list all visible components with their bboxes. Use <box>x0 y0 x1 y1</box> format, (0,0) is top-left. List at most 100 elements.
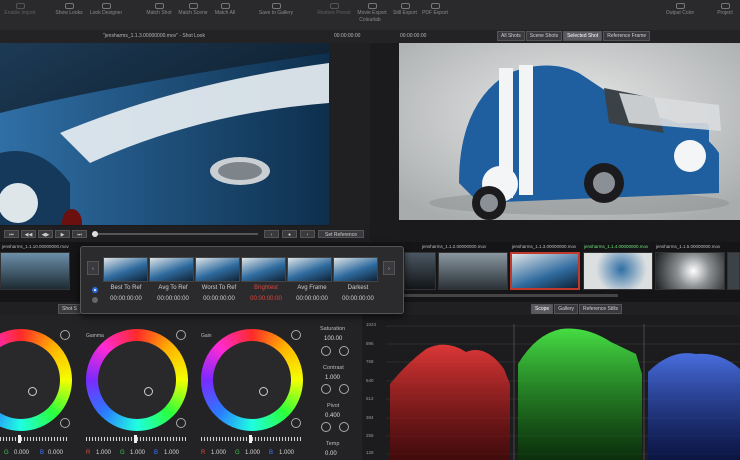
popup-prev-button[interactable]: ‹ <box>87 261 99 275</box>
gain-wheel-handle[interactable] <box>259 387 268 396</box>
tab-reference-frame[interactable]: Reference Frame <box>603 31 651 41</box>
pin-icon[interactable]: ● <box>282 230 297 238</box>
option-best-to-ref[interactable]: Best To Ref <box>101 285 151 291</box>
lift-slider-knob[interactable] <box>18 435 21 443</box>
tab-shot-settings[interactable]: Shot S <box>58 304 82 314</box>
left-viewer-title: "jensharms_1.1.3.00000000.mov" - Shot Lo… <box>103 33 205 39</box>
gamma-reset-icon[interactable] <box>176 330 186 340</box>
save-to-gallery-button[interactable]: Save to Gallery <box>254 0 298 16</box>
look-designer-button[interactable]: Look Designer <box>86 0 126 16</box>
option-worst-to-ref[interactable]: Worst To Ref <box>194 285 244 291</box>
shot-viewer[interactable] <box>0 43 329 225</box>
first-frame-button[interactable]: ⏮ <box>4 230 19 238</box>
tab-selected-shot[interactable]: Selected Shot <box>563 31 603 41</box>
clip-label: jensharms_1.1.3.00000000.mov <box>512 244 577 249</box>
pivot-value[interactable]: 0.400 <box>325 413 340 419</box>
gamma-slider-knob[interactable] <box>134 435 137 443</box>
clip-thumbnail[interactable] <box>438 252 508 290</box>
show-looks-button[interactable]: Show Looks <box>52 0 86 16</box>
contrast-value[interactable]: 1.000 <box>325 375 340 381</box>
viewer-divider <box>329 43 370 226</box>
gamma-wheel-handle[interactable] <box>144 387 153 396</box>
gain-master-reset-icon[interactable] <box>291 418 301 428</box>
gamma-green-value: 1.000 <box>130 450 146 456</box>
clip-thumbnail[interactable] <box>655 252 725 290</box>
play-button[interactable]: ▶ <box>55 230 70 238</box>
frame-thumbnail[interactable] <box>287 257 332 282</box>
clip-thumbnail[interactable] <box>0 252 70 290</box>
match-scene-button[interactable]: Match Scene <box>176 0 210 16</box>
option-darkest[interactable]: Darkest <box>333 285 383 291</box>
gamma-wheel[interactable] <box>86 329 188 431</box>
scope-tick: 384 <box>366 415 374 420</box>
saturation-label: Saturation <box>320 326 346 332</box>
match-shot-button[interactable]: Match Shot <box>142 0 176 16</box>
radio-unselected[interactable] <box>92 297 98 303</box>
blue-channel-label: B <box>40 450 45 456</box>
frame-thumbnail[interactable] <box>333 257 378 282</box>
timeline-scrubber[interactable] <box>92 233 258 235</box>
lift-wheel-handle[interactable] <box>28 387 37 396</box>
gain-slider-knob[interactable] <box>249 435 252 443</box>
step-back-button[interactable]: ◀◀ <box>21 230 36 238</box>
frame-thumbnail[interactable] <box>103 257 148 282</box>
match-all-button[interactable]: Match All <box>210 0 240 16</box>
lift-master-reset-icon[interactable] <box>60 418 70 428</box>
enable-import-button[interactable]: Enable Import <box>0 0 40 16</box>
scope-graph <box>386 324 740 460</box>
clip-thumbnail-selected[interactable] <box>510 252 580 290</box>
filmstrip-scrollbar[interactable] <box>404 294 618 297</box>
pdf-export-button[interactable]: PDF Export <box>420 0 450 16</box>
contrast-reset-icon[interactable] <box>339 384 349 394</box>
car-reference-image <box>399 43 740 220</box>
viewer-header: "jensharms_1.1.3.00000000.mov" - Shot Lo… <box>0 30 740 43</box>
last-frame-button[interactable]: ⏭ <box>72 230 87 238</box>
scope-tick: 640 <box>366 378 374 383</box>
play-reverse-button[interactable]: ◀▶ <box>38 230 53 238</box>
reference-viewer[interactable] <box>399 43 740 220</box>
frame-thumbnail[interactable] <box>195 257 240 282</box>
set-reference-button[interactable]: Set Reference <box>318 230 364 238</box>
movie-export-button[interactable]: Movie Export <box>354 0 390 16</box>
frame-thumbnail[interactable] <box>241 257 286 282</box>
clip-thumbnail[interactable] <box>583 252 653 290</box>
tab-gallery[interactable]: Gallery <box>554 304 579 314</box>
clip-thumbnail[interactable] <box>404 252 436 290</box>
contrast-decrease-icon[interactable] <box>321 384 331 394</box>
tab-reference-stills[interactable]: Reference Stills <box>579 304 623 314</box>
pivot-decrease-icon[interactable] <box>321 422 331 432</box>
designer-icon <box>101 3 111 9</box>
pivot-reset-icon[interactable] <box>339 422 349 432</box>
gain-green-value: 1.000 <box>245 450 261 456</box>
lift-master-slider[interactable] <box>0 437 68 441</box>
frame-thumbnail[interactable] <box>149 257 194 282</box>
project-button[interactable]: Project <box>710 0 740 16</box>
playhead-handle[interactable] <box>92 231 98 237</box>
prev-marker-button[interactable]: ‹ <box>264 230 279 238</box>
tab-scene-shots[interactable]: Scene Shots <box>525 31 563 41</box>
tab-scope[interactable]: Scope <box>531 304 554 314</box>
movie-export-icon <box>367 3 377 9</box>
tab-all-shots[interactable]: All Shots <box>497 31 525 41</box>
popup-next-button[interactable]: › <box>383 261 395 275</box>
scope-tick: 1023 <box>366 322 377 327</box>
red-channel-label: R <box>201 450 206 456</box>
output-color-icon <box>675 3 685 9</box>
option-avg-to-ref[interactable]: Avg To Ref <box>148 285 198 291</box>
clip-thumbnail[interactable] <box>727 252 740 290</box>
saturation-decrease-icon[interactable] <box>321 346 331 356</box>
temp-value[interactable]: 0.00 <box>325 451 337 457</box>
radio-selected[interactable] <box>92 287 98 293</box>
gain-wheel[interactable] <box>201 329 303 431</box>
gamma-master-reset-icon[interactable] <box>176 418 186 428</box>
next-marker-button[interactable]: › <box>300 230 315 238</box>
restore-preset-button[interactable]: Restore Preset <box>314 0 354 16</box>
lift-reset-icon[interactable] <box>60 330 70 340</box>
option-brightest[interactable]: Brightest <box>241 285 291 291</box>
output-color-button[interactable]: Output Color <box>660 0 700 16</box>
still-export-button[interactable]: Still Export <box>390 0 420 16</box>
gain-reset-icon[interactable] <box>291 330 301 340</box>
saturation-reset-icon[interactable] <box>339 346 349 356</box>
option-avg-frame[interactable]: Avg Frame <box>287 285 337 291</box>
saturation-value[interactable]: 100.00 <box>324 336 342 342</box>
